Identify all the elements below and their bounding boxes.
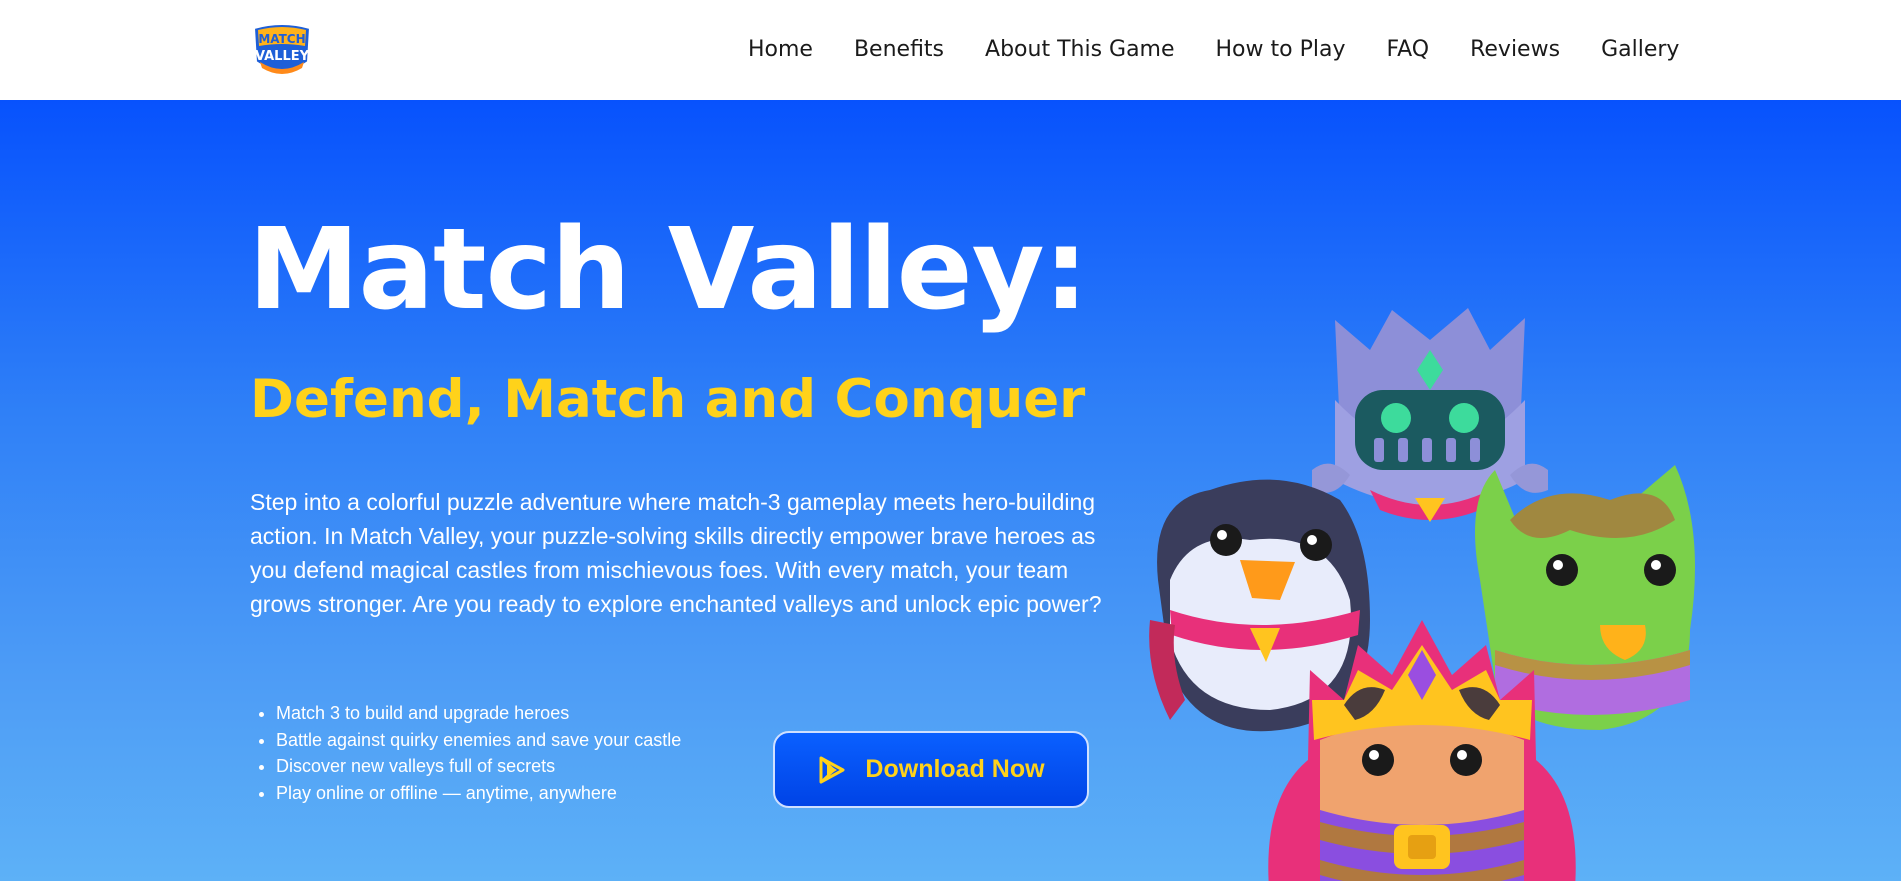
nav-home[interactable]: Home (748, 36, 813, 64)
main-nav: Home Benefits About This Game How to Pla… (748, 36, 1679, 64)
feature-item: Discover new valleys full of secrets (276, 753, 681, 780)
hero-characters-illustration (1149, 308, 1695, 881)
nav-about-this-game[interactable]: About This Game (985, 36, 1174, 64)
site-header: MATCH VALLEY Home Benefits About This Ga… (0, 0, 1901, 100)
nav-faq[interactable]: FAQ (1386, 36, 1429, 64)
download-now-label: Download Now (865, 755, 1045, 783)
hero-section: Match Valley: Defend, Match and Conquer … (0, 100, 1901, 881)
hero-title: Match Valley: (248, 205, 1088, 335)
feature-item: Play online or offline — anytime, anywhe… (276, 780, 681, 807)
goblin-character (1475, 465, 1695, 730)
hero-subtitle: Defend, Match and Conquer (250, 369, 1086, 430)
feature-list: Match 3 to build and upgrade heroes Batt… (250, 700, 681, 806)
svg-text:MATCH: MATCH (258, 32, 305, 46)
nav-how-to-play[interactable]: How to Play (1216, 36, 1346, 64)
feature-item: Battle against quirky enemies and save y… (276, 727, 681, 754)
hero-description: Step into a colorful puzzle adventure wh… (250, 489, 1102, 617)
knight-character (1312, 308, 1548, 522)
download-now-button[interactable]: Download Now (773, 731, 1089, 808)
nav-reviews[interactable]: Reviews (1470, 36, 1560, 64)
nav-gallery[interactable]: Gallery (1601, 36, 1679, 64)
match-valley-logo[interactable]: MATCH VALLEY (248, 22, 316, 78)
nav-benefits[interactable]: Benefits (854, 36, 944, 64)
svg-text:VALLEY: VALLEY (255, 49, 310, 64)
feature-item: Match 3 to build and upgrade heroes (276, 700, 681, 727)
penguin-character (1149, 479, 1370, 732)
play-store-icon (819, 756, 845, 783)
